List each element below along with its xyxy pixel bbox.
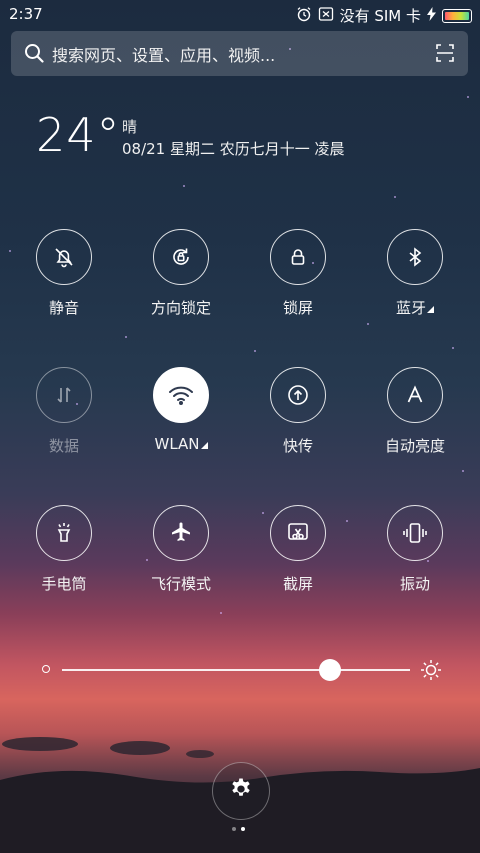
- battery-icon: [442, 8, 472, 23]
- brightness-slider[interactable]: [42, 657, 442, 683]
- auto-brightness-icon: [387, 367, 443, 423]
- page-dot-current[interactable]: [241, 827, 245, 831]
- toggle-quick-transfer[interactable]: 快传: [248, 367, 348, 456]
- toggle-label: 锁屏: [282, 299, 313, 317]
- toggle-label: 截屏: [282, 575, 313, 593]
- settings-button[interactable]: [212, 762, 270, 820]
- toggle-label: 静音: [48, 299, 79, 317]
- toggle-vibrate[interactable]: 振动: [365, 505, 465, 594]
- brightness-low-icon: [42, 665, 50, 673]
- weather-condition: 晴: [122, 118, 138, 136]
- rotation-lock-icon: [153, 229, 209, 285]
- scan-icon[interactable]: [436, 44, 454, 66]
- page-dot[interactable]: [232, 827, 236, 831]
- screenshot-icon: [270, 505, 326, 561]
- brightness-thumb[interactable]: [318, 659, 341, 681]
- toggle-wlan[interactable]: WLAN: [131, 367, 231, 453]
- weather-widget[interactable]: 24° 晴 08/21 星期二 农历七月十一 凌晨: [36, 108, 345, 162]
- toggle-flashlight[interactable]: 手电筒: [14, 505, 114, 594]
- bluetooth-icon: [387, 229, 443, 285]
- toggle-label: WLAN: [131, 435, 231, 453]
- toggle-label: 振动: [399, 575, 430, 593]
- temperature: 24°: [36, 108, 121, 162]
- toggle-mobile-data[interactable]: 数据: [14, 367, 114, 456]
- gear-icon: [229, 777, 253, 805]
- toggle-auto-brightness[interactable]: 自动亮度: [365, 367, 465, 456]
- toggle-label: 飞行模式: [150, 575, 211, 593]
- page-indicator: [232, 827, 245, 831]
- date-line: 08/21 星期二 农历七月十一 凌晨: [122, 140, 345, 158]
- flashlight-icon: [36, 505, 92, 561]
- no-sim-icon: [318, 6, 334, 26]
- toggle-label: 方向锁定: [150, 299, 211, 317]
- toggle-bluetooth[interactable]: 蓝牙: [365, 229, 465, 318]
- toggle-label: 数据: [48, 437, 79, 455]
- search-icon: [24, 43, 44, 67]
- charging-icon: [427, 6, 436, 25]
- sim-status-text: 没有 SIM 卡: [339, 7, 421, 25]
- lock-icon: [270, 229, 326, 285]
- search-placeholder: 搜索网页、设置、应用、视频...: [52, 45, 276, 65]
- expand-arrow-icon: [200, 442, 208, 449]
- toggle-screenshot[interactable]: 截屏: [248, 505, 348, 594]
- toggle-label: 蓝牙: [365, 297, 465, 318]
- airplane-icon: [153, 505, 209, 561]
- status-bar: 2:37 没有 SIM 卡: [0, 0, 480, 28]
- toggle-airplane[interactable]: 飞行模式: [131, 505, 231, 594]
- toggle-lock-screen[interactable]: 锁屏: [248, 229, 348, 318]
- toggle-rotation-lock[interactable]: 方向锁定: [131, 229, 231, 318]
- wifi-icon: [153, 367, 209, 423]
- toggle-mute[interactable]: 静音: [14, 229, 114, 318]
- toggle-label: 快传: [282, 437, 313, 455]
- toggle-label: 手电筒: [41, 575, 87, 593]
- mobile-data-icon: [36, 367, 92, 423]
- alarm-icon: [296, 6, 312, 26]
- brightness-track[interactable]: [62, 669, 410, 671]
- toggle-label: 自动亮度: [384, 437, 445, 455]
- brightness-high-icon: [420, 659, 442, 685]
- status-time: 2:37: [9, 5, 43, 23]
- quick-transfer-icon: [270, 367, 326, 423]
- expand-arrow-icon: [427, 306, 434, 313]
- vibrate-icon: [387, 505, 443, 561]
- bell-off-icon: [36, 229, 92, 285]
- search-bar[interactable]: 搜索网页、设置、应用、视频...: [11, 31, 468, 76]
